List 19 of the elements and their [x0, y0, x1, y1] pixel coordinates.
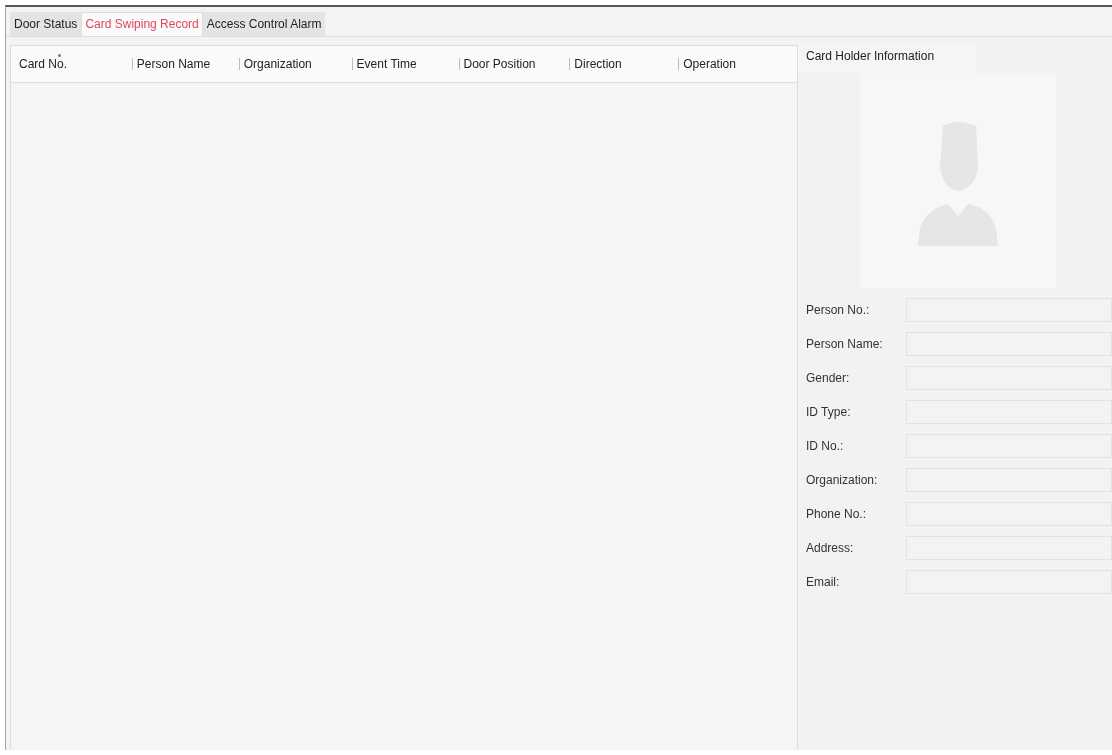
column-header[interactable]: Person Name — [136, 57, 211, 71]
tab[interactable]: Door Status — [10, 12, 82, 36]
field-label: ID Type: — [806, 405, 852, 419]
field-label: Gender: — [806, 371, 851, 385]
tab[interactable]: Card Swiping Record — [81, 12, 203, 36]
column-header[interactable]: Door Position — [463, 57, 536, 71]
field-label: Person Name: — [806, 337, 884, 351]
tab[interactable]: Access Control Alarm — [202, 12, 326, 36]
field-label: Organization: — [806, 473, 879, 487]
field-label: Person No.: — [806, 303, 871, 317]
field-label: ID No.: — [806, 439, 845, 453]
field-label: Phone No.: — [806, 507, 868, 521]
column-header[interactable]: Card No. — [19, 57, 68, 71]
column-header[interactable]: Event Time — [356, 57, 417, 71]
column-header[interactable]: Organization — [243, 57, 312, 71]
field-label: Email: — [806, 575, 841, 589]
column-header[interactable]: Direction — [574, 57, 622, 71]
column-header[interactable]: Operation — [683, 57, 736, 71]
field-label: Address: — [806, 541, 855, 555]
